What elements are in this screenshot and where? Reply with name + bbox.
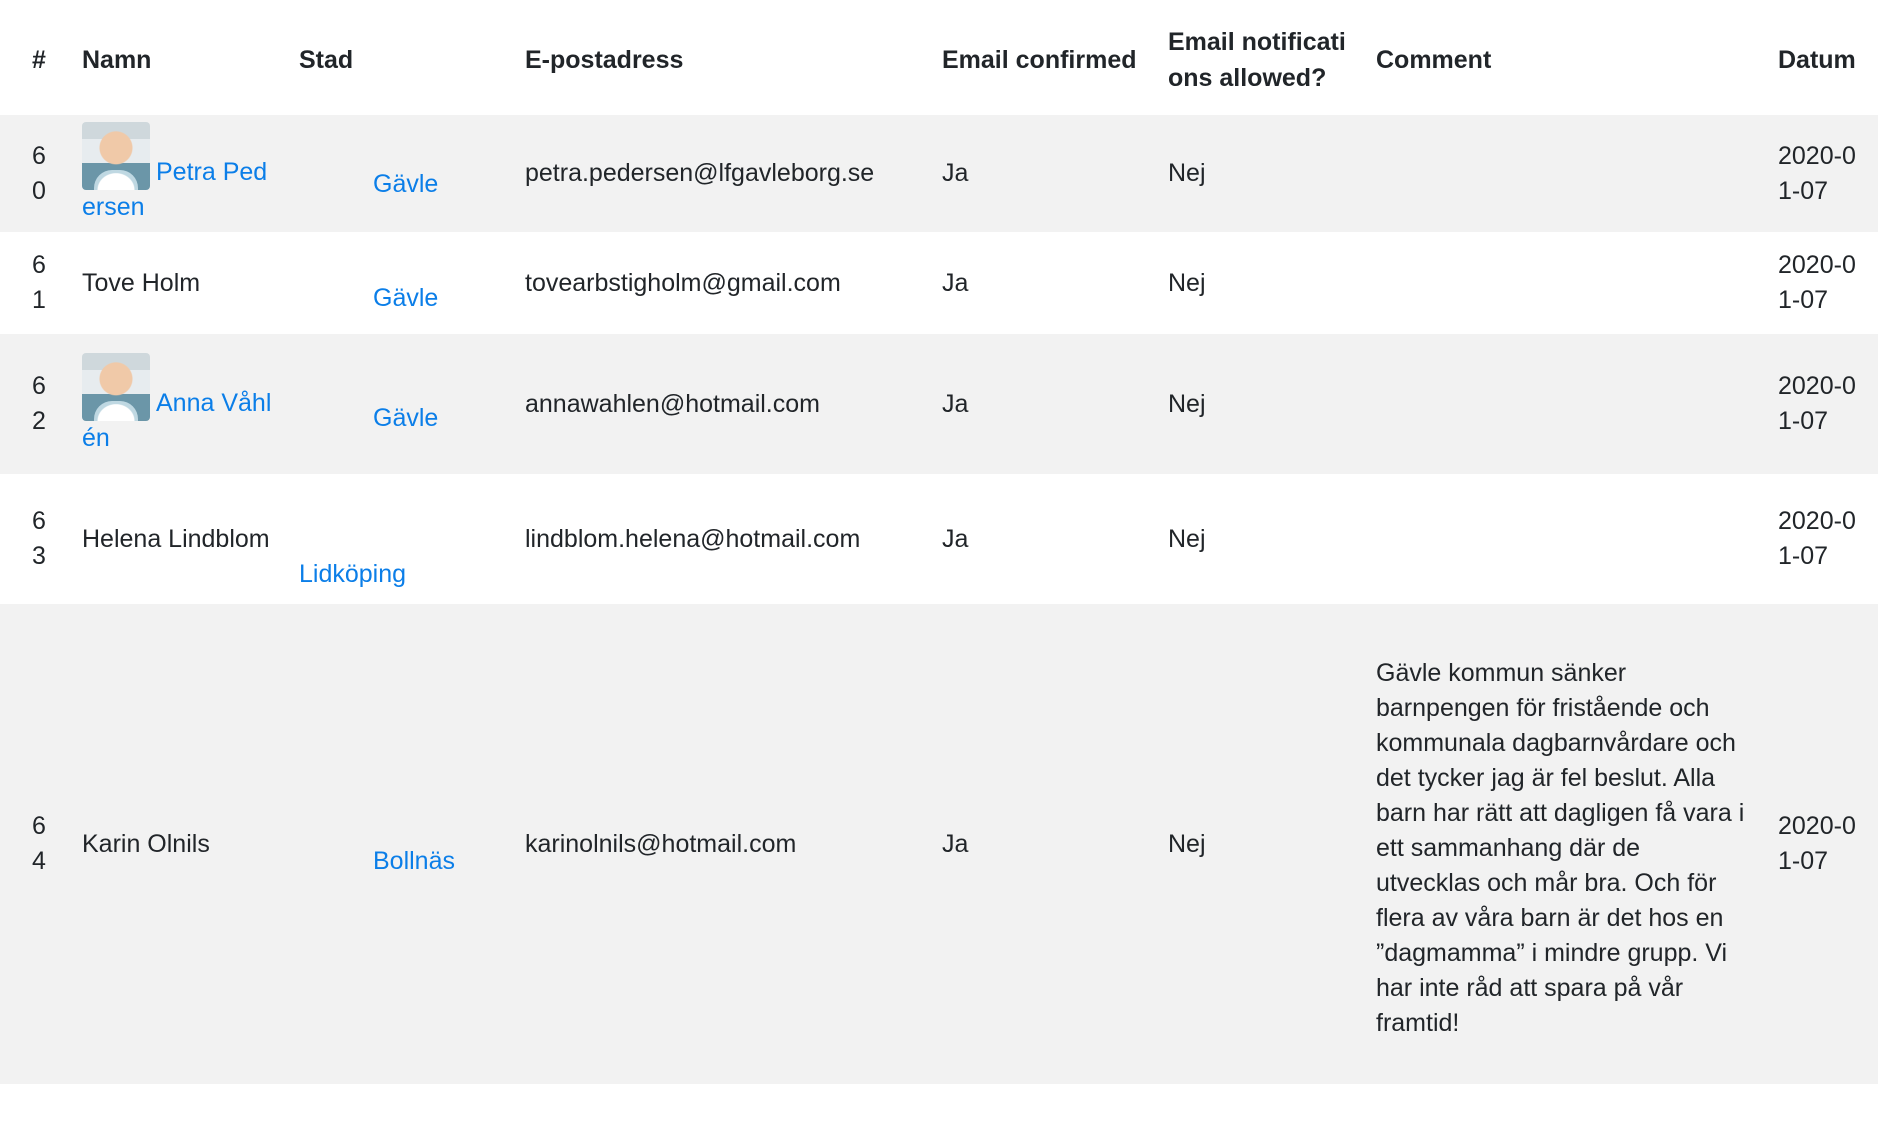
table-row: 64 Karin Olnils Bollnäs karinolnils@hotm…	[0, 604, 1878, 1084]
row-num-cell: 61	[0, 232, 68, 334]
row-num: 64	[32, 812, 46, 875]
email-cell: petra.pedersen@lfgavleborg.se	[511, 115, 928, 232]
name-cell: Tove Holm	[68, 232, 285, 334]
row-num: 60	[32, 141, 46, 205]
name-cell: Karin Olnils	[68, 604, 285, 1084]
city-link[interactable]: Gävle	[299, 404, 438, 432]
header-date: Datum	[1778, 46, 1856, 74]
email-confirmed-cell: Ja	[928, 232, 1154, 334]
date-cell: 2020-01-07	[1764, 232, 1878, 334]
city-cell: Lidköping	[285, 474, 511, 604]
comment-cell	[1362, 474, 1764, 604]
date-cell: 2020-01-07	[1764, 334, 1878, 474]
row-num-cell: 62	[0, 334, 68, 474]
row-num: 61	[32, 251, 46, 314]
notifications-cell: Nej	[1154, 604, 1362, 1084]
city-cell: Bollnäs	[285, 604, 511, 1084]
city-cell: Gävle	[285, 115, 511, 232]
name-cell: Petra Pedersen	[68, 115, 285, 232]
header-comment: Comment	[1376, 46, 1492, 74]
city-link[interactable]: Lidköping	[299, 560, 406, 588]
comment-cell	[1362, 334, 1764, 474]
notifications-cell: Nej	[1154, 232, 1362, 334]
header-email: E-postadress	[525, 46, 684, 74]
row-num: 63	[32, 507, 46, 570]
comment-cell: Gävle kommun sänker barnpengen för frist…	[1362, 604, 1764, 1084]
avatar[interactable]	[82, 122, 150, 190]
table-row: 63 Helena Lindblom Lidköping lindblom.he…	[0, 474, 1878, 604]
table-row: 62 Anna Våhlén Gävle annawahlen@hotmail.…	[0, 334, 1878, 474]
email-cell: annawahlen@hotmail.com	[511, 334, 928, 474]
row-num-cell: 63	[0, 474, 68, 604]
city-link[interactable]: Gävle	[299, 170, 438, 198]
table-row: 60 Petra Pedersen Gävle petra.pedersen@l…	[0, 115, 1878, 232]
table-row: 61 Tove Holm Gävle tovearbstigholm@gmail…	[0, 232, 1878, 334]
row-num-cell: 64	[0, 604, 68, 1084]
email-confirmed-cell: Ja	[928, 474, 1154, 604]
comment-cell	[1362, 115, 1764, 232]
name-cell: Helena Lindblom	[68, 474, 285, 604]
notifications-cell: Nej	[1154, 334, 1362, 474]
date-cell: 2020-01-07	[1764, 474, 1878, 604]
header-notifications: Email notifications allowed?	[1168, 28, 1346, 92]
city-link[interactable]: Gävle	[299, 284, 438, 312]
email-cell: lindblom.helena@hotmail.com	[511, 474, 928, 604]
email-cell: karinolnils@hotmail.com	[511, 604, 928, 1084]
date-cell: 2020-01-07	[1764, 115, 1878, 232]
city-cell: Gävle	[285, 232, 511, 334]
comment-cell	[1362, 232, 1764, 334]
avatar[interactable]	[82, 352, 150, 421]
header-num: #	[32, 46, 46, 74]
notifications-cell: Nej	[1154, 474, 1362, 604]
header-name: Namn	[82, 46, 152, 74]
city-cell: Gävle	[285, 334, 511, 474]
header-email-confirmed: Email confirmed	[942, 46, 1137, 74]
signatures-table: # Namn Stad E-postadress Email confirmed…	[0, 0, 1878, 1084]
name-cell: Anna Våhlén	[68, 334, 285, 474]
row-num: 62	[32, 372, 46, 435]
date-cell: 2020-01-07	[1764, 604, 1878, 1084]
email-confirmed-cell: Ja	[928, 604, 1154, 1084]
city-link[interactable]: Bollnäs	[299, 847, 455, 875]
email-confirmed-cell: Ja	[928, 115, 1154, 232]
table-header-row: # Namn Stad E-postadress Email confirmed…	[0, 0, 1878, 115]
row-num-cell: 60	[0, 115, 68, 232]
notifications-cell: Nej	[1154, 115, 1362, 232]
email-confirmed-cell: Ja	[928, 334, 1154, 474]
email-cell: tovearbstigholm@gmail.com	[511, 232, 928, 334]
header-city: Stad	[299, 46, 354, 74]
